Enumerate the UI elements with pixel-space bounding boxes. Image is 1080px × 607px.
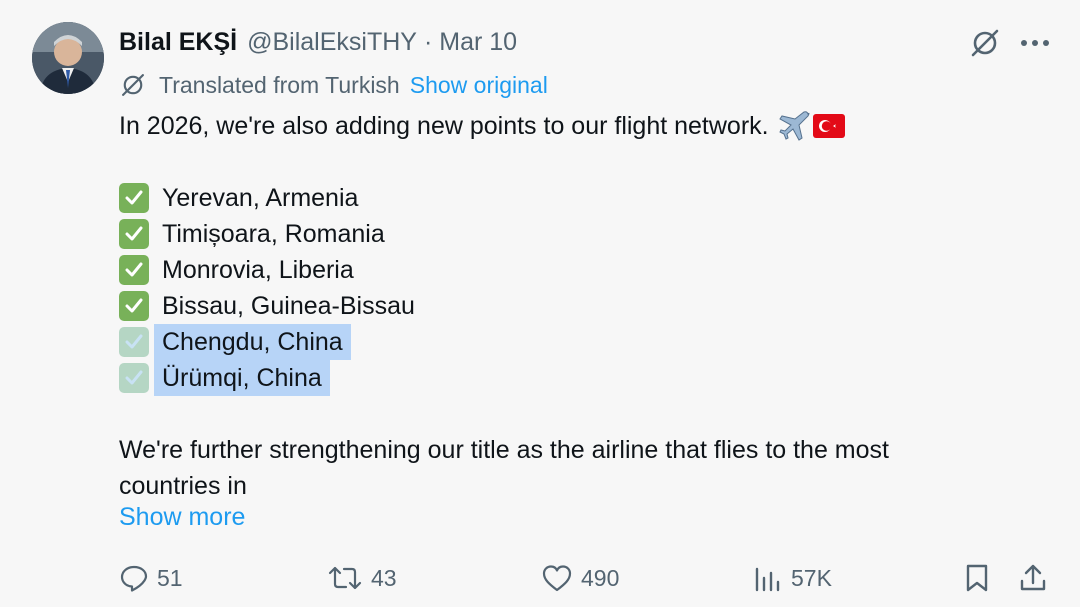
tweet-intro-text: In 2026, we're also adding new points to… [119,112,769,140]
destination-name: Chengdu, China [154,324,351,360]
tweet-actions-bar: 51 43 490 57K [119,560,1059,596]
share-icon [1020,564,1046,591]
more-options-button[interactable] [1016,24,1054,62]
views-analytics-icon [755,567,780,592]
reply-count: 51 [157,564,183,591]
check-mark-icon [119,363,149,393]
destination-name: Monrovia, Liberia [162,256,354,284]
destination-item: Monrovia, Liberia [119,252,1019,288]
destination-name: Timișoara, Romania [162,220,385,248]
header-separator: · [423,27,433,56]
repost-icon [328,566,362,590]
like-count: 490 [581,564,620,591]
check-mark-icon [119,183,149,213]
tweet-date[interactable]: Mar 10 [439,28,517,57]
show-more-link[interactable]: Show more [119,503,245,532]
like-button[interactable]: 490 [541,560,619,596]
tweet-closing-line: countries in [119,468,1019,504]
reply-icon [120,565,148,592]
tweet-closing-line: We're further strengthening our title as… [119,432,1019,468]
show-original-link[interactable]: Show original [410,72,548,99]
views-count: 57K [791,564,832,591]
grok-button[interactable] [966,24,1004,62]
check-mark-icon [119,219,149,249]
translated-label: Translated from Turkish [159,71,400,98]
reply-button[interactable]: 51 [119,560,183,596]
destination-item: Timișoara, Romania [119,216,1019,252]
tweet-header: Bilal EKŞİ @BilalEksiTHY · Mar 10 [119,26,517,58]
heart-icon [542,565,572,592]
repost-count: 43 [371,564,397,591]
check-mark-icon [119,255,149,285]
turkey-flag-icon [812,114,845,138]
airplane-icon [778,111,811,141]
grok-icon [971,29,999,57]
destination-item: Bissau, Guinea-Bissau [119,288,1019,324]
bookmark-button[interactable] [963,560,999,596]
destination-item-selected: Ürümqi, China [119,360,1019,396]
destination-item-selected: Chengdu, China [119,324,1019,360]
destination-name: Bissau, Guinea-Bissau [162,292,415,320]
avatar[interactable] [32,22,104,94]
author-display-name[interactable]: Bilal EKŞİ [119,28,237,57]
share-button[interactable] [1017,560,1057,596]
repost-button[interactable]: 43 [327,560,397,596]
avatar-photo [32,22,104,94]
tweet-closing-text-2: countries in [119,472,247,500]
destination-name: Yerevan, Armenia [162,184,359,212]
grok-translate-icon [119,71,147,99]
views-button[interactable]: 57K [753,560,832,596]
tweet-intro-line: In 2026, we're also adding new points to… [119,108,1019,144]
check-mark-icon [119,327,149,357]
translation-notice: Translated from Turkish Show original [119,68,548,102]
author-handle[interactable]: @BilalEksiTHY [247,28,417,57]
destination-item: Yerevan, Armenia [119,180,1019,216]
tweet-closing-text-1: We're further strengthening our title as… [119,436,889,464]
bookmark-icon [966,564,988,592]
destination-name: Ürümqi, China [154,360,330,396]
more-dots-icon [1021,40,1049,46]
check-mark-icon [119,291,149,321]
tweet-body: In 2026, we're also adding new points to… [119,108,1019,504]
